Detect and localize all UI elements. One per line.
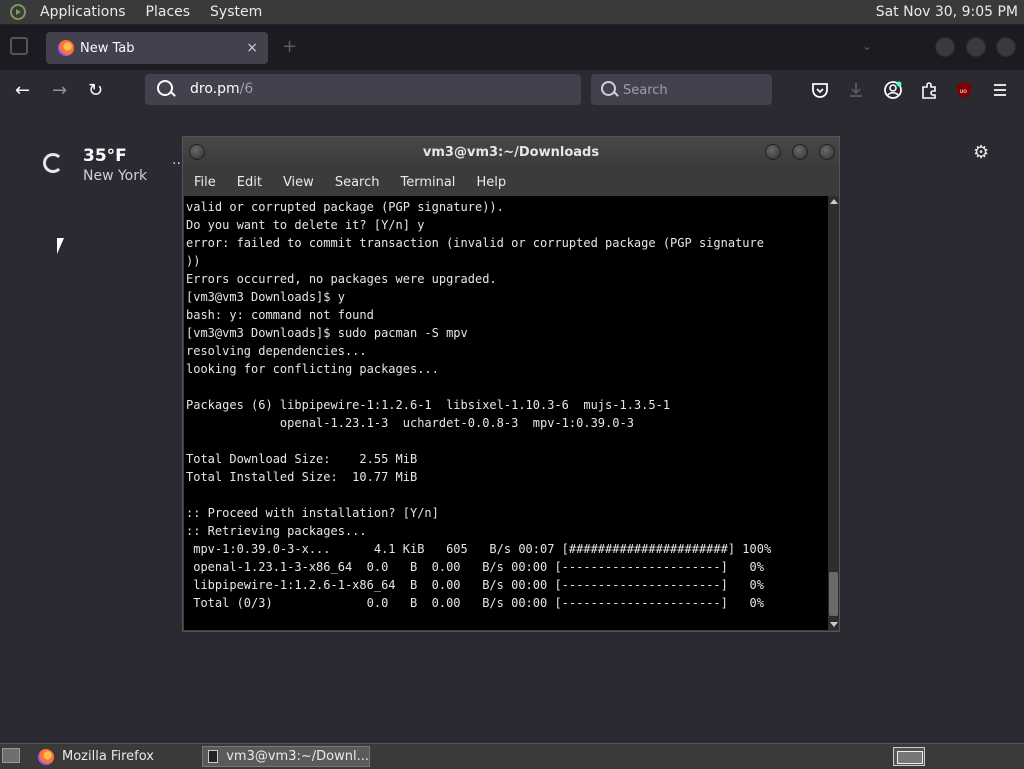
close-window-button[interactable] bbox=[996, 37, 1016, 57]
list-tabs-icon[interactable]: ⌄ bbox=[862, 39, 872, 53]
weather-temperature[interactable]: 35°F bbox=[83, 146, 127, 166]
url-path: /6 bbox=[239, 81, 254, 97]
menu-view[interactable]: View bbox=[283, 175, 314, 190]
menu-search[interactable]: Search bbox=[335, 175, 380, 190]
terminal-titlebar[interactable]: vm3@vm3:~/Downloads bbox=[183, 137, 839, 169]
taskbar-item-terminal[interactable]: vm3@vm3:~/Downl... bbox=[202, 746, 370, 767]
terminal-menubar: File Edit View Search Terminal Help bbox=[183, 169, 839, 195]
close-button[interactable] bbox=[819, 144, 835, 160]
tab-title: New Tab bbox=[80, 40, 135, 56]
search-bar[interactable] bbox=[591, 74, 772, 105]
terminal-scrollbar[interactable] bbox=[828, 196, 839, 630]
account-icon[interactable] bbox=[883, 80, 903, 100]
applications-menu[interactable]: Applications bbox=[40, 4, 126, 20]
scroll-down-arrow-icon[interactable] bbox=[830, 622, 838, 627]
distro-logo-icon[interactable] bbox=[10, 4, 26, 20]
svg-text:uo: uo bbox=[960, 88, 968, 95]
hamburger-menu-icon[interactable] bbox=[992, 82, 1008, 98]
url-host: dro.pm bbox=[190, 81, 240, 97]
scroll-up-arrow-icon[interactable] bbox=[830, 199, 838, 204]
weather-moon-icon bbox=[43, 153, 63, 173]
pocket-icon[interactable] bbox=[811, 81, 829, 99]
tab-new-tab[interactable]: New Tab × bbox=[46, 32, 268, 64]
scrollbar-thumb[interactable] bbox=[829, 572, 838, 616]
weather-options-icon[interactable]: .. bbox=[172, 152, 181, 168]
maximize-button[interactable] bbox=[966, 37, 986, 57]
tab-close-icon[interactable]: × bbox=[246, 40, 258, 56]
url-text[interactable]: dro.pm/6 bbox=[190, 81, 253, 97]
show-desktop-button[interactable] bbox=[2, 748, 20, 763]
minimize-button[interactable] bbox=[935, 37, 955, 57]
minimize-button[interactable] bbox=[765, 144, 781, 160]
terminal-window[interactable]: vm3@vm3:~/Downloads File Edit View Searc… bbox=[182, 136, 840, 632]
search-icon bbox=[601, 81, 616, 96]
system-menu[interactable]: System bbox=[210, 4, 262, 20]
new-tab-button[interactable]: + bbox=[282, 36, 297, 57]
menu-terminal[interactable]: Terminal bbox=[400, 175, 455, 190]
ublock-origin-icon[interactable]: uo bbox=[955, 81, 973, 99]
terminal-title: vm3@vm3:~/Downloads bbox=[422, 145, 600, 160]
search-input[interactable] bbox=[621, 80, 765, 100]
browser-tab-strip: New Tab × + ⌄ bbox=[0, 25, 1024, 70]
terminal-output[interactable]: valid or corrupted package (PGP signatur… bbox=[184, 196, 828, 630]
firefox-icon bbox=[38, 748, 54, 765]
menu-file[interactable]: File bbox=[194, 175, 216, 190]
sidebar-toggle-icon[interactable] bbox=[10, 37, 28, 55]
url-bar[interactable]: dro.pm/6 bbox=[145, 74, 581, 105]
navigation-toolbar: ← → ↻ dro.pm/6 uo bbox=[0, 70, 1024, 110]
menu-help[interactable]: Help bbox=[476, 175, 506, 190]
bottom-taskbar: Mozilla Firefox vm3@vm3:~/Downl... bbox=[0, 743, 1024, 769]
terminal-icon bbox=[208, 750, 219, 763]
search-icon bbox=[157, 80, 173, 96]
downloads-icon[interactable] bbox=[847, 81, 865, 99]
taskbar-item-label: Mozilla Firefox bbox=[62, 749, 154, 764]
terminal-text[interactable]: valid or corrupted package (PGP signatur… bbox=[184, 196, 828, 612]
mouse-cursor-icon bbox=[57, 238, 64, 254]
maximize-button[interactable] bbox=[792, 144, 808, 160]
reload-icon[interactable]: ↻ bbox=[88, 80, 103, 101]
taskbar-item-firefox[interactable]: Mozilla Firefox bbox=[34, 746, 194, 767]
menu-edit[interactable]: Edit bbox=[237, 175, 262, 190]
places-menu[interactable]: Places bbox=[146, 4, 191, 20]
gear-icon[interactable]: ⚙ bbox=[973, 142, 989, 163]
firefox-icon bbox=[58, 40, 74, 56]
panel-clock[interactable]: Sat Nov 30, 9:05 PM bbox=[876, 4, 1018, 20]
extensions-puzzle-icon[interactable] bbox=[920, 81, 938, 99]
weather-location[interactable]: New York bbox=[83, 168, 147, 184]
forward-arrow-icon[interactable]: → bbox=[52, 80, 67, 101]
top-panel: Applications Places System Sat Nov 30, 9… bbox=[0, 0, 1024, 25]
back-arrow-icon[interactable]: ← bbox=[15, 80, 30, 101]
taskbar-item-label: vm3@vm3:~/Downl... bbox=[226, 749, 369, 764]
workspace-switcher[interactable] bbox=[893, 747, 925, 766]
